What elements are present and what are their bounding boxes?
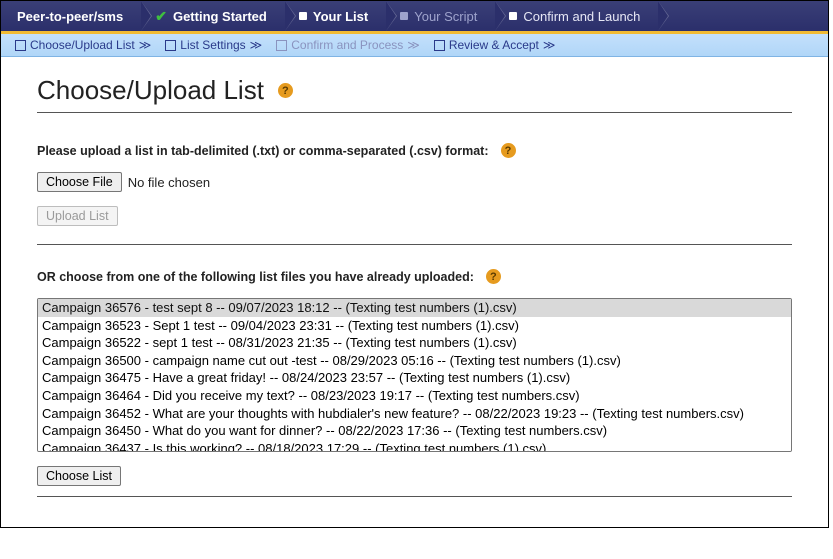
square-icon [165, 40, 176, 51]
existing-instruction: OR choose from one of the following list… [37, 270, 474, 284]
subnav-choose-upload[interactable]: Choose/Upload List ≫ [11, 38, 153, 52]
nav-brand-label: Peer-to-peer/sms [17, 9, 123, 24]
chevron-right-icon: ≫ [543, 38, 554, 52]
uploaded-lists-select[interactable]: Campaign 36576 - test sept 8 -- 09/07/20… [37, 298, 792, 452]
square-icon [509, 12, 517, 20]
nav-brand[interactable]: Peer-to-peer/sms [1, 1, 141, 31]
help-icon[interactable]: ? [486, 269, 501, 284]
subnav-review-accept[interactable]: Review & Accept ≫ [430, 38, 558, 52]
main-content: Choose/Upload List ? Please upload a lis… [1, 57, 828, 527]
upload-instruction-row: Please upload a list in tab-delimited (.… [37, 143, 792, 158]
subnav-confirm-process[interactable]: Confirm and Process ≫ [272, 38, 422, 52]
nav-step-your-list[interactable]: Your List [285, 1, 386, 31]
square-icon [276, 40, 287, 51]
subnav-label: Choose/Upload List [30, 38, 135, 52]
subnav-list-settings[interactable]: List Settings ≫ [161, 38, 264, 52]
help-icon[interactable]: ? [501, 143, 516, 158]
sub-nav: Choose/Upload List ≫ List Settings ≫ Con… [1, 34, 828, 57]
choose-file-button[interactable]: Choose File [37, 172, 122, 192]
subnav-label: List Settings [180, 38, 245, 52]
square-icon [299, 12, 307, 20]
page-title-row: Choose/Upload List ? [37, 75, 792, 106]
list-option[interactable]: Campaign 36437 - Is this working? -- 08/… [38, 440, 791, 452]
square-icon [15, 40, 26, 51]
file-status: No file chosen [128, 175, 210, 190]
help-icon[interactable]: ? [278, 83, 293, 98]
list-option[interactable]: Campaign 36576 - test sept 8 -- 09/07/20… [38, 299, 791, 317]
upload-instruction: Please upload a list in tab-delimited (.… [37, 144, 489, 158]
square-icon [434, 40, 445, 51]
nav-step-label: Your List [313, 9, 368, 24]
chevron-right-icon: ≫ [139, 38, 150, 52]
nav-step-label: Getting Started [173, 9, 267, 24]
nav-step-your-script[interactable]: Your Script [386, 1, 495, 31]
list-option[interactable]: Campaign 36500 - campaign name cut out -… [38, 352, 791, 370]
list-option[interactable]: Campaign 36475 - Have a great friday! --… [38, 369, 791, 387]
divider [37, 112, 792, 113]
page-title: Choose/Upload List [37, 75, 264, 106]
upload-list-button[interactable]: Upload List [37, 206, 118, 226]
top-nav: Peer-to-peer/sms ✔ Getting Started Your … [1, 1, 828, 34]
subnav-label: Confirm and Process [291, 38, 403, 52]
list-option[interactable]: Campaign 36522 - sept 1 test -- 08/31/20… [38, 334, 791, 352]
divider [37, 244, 792, 245]
choose-list-button[interactable]: Choose List [37, 466, 121, 486]
check-icon: ✔ [155, 8, 167, 25]
square-icon [400, 12, 408, 20]
list-option[interactable]: Campaign 36464 - Did you receive my text… [38, 387, 791, 405]
subnav-label: Review & Accept [449, 38, 539, 52]
list-option[interactable]: Campaign 36452 - What are your thoughts … [38, 405, 791, 423]
nav-step-label: Confirm and Launch [523, 9, 640, 24]
list-option[interactable]: Campaign 36450 - What do you want for di… [38, 422, 791, 440]
chevron-right-icon: ≫ [407, 38, 418, 52]
nav-step-label: Your Script [414, 9, 477, 24]
file-input-row: Choose File No file chosen [37, 172, 792, 192]
list-option[interactable]: Campaign 36523 - Sept 1 test -- 09/04/20… [38, 317, 791, 335]
nav-step-getting-started[interactable]: ✔ Getting Started [141, 1, 285, 31]
divider [37, 496, 792, 497]
nav-step-confirm-launch[interactable]: Confirm and Launch [495, 1, 658, 31]
chevron-right-icon: ≫ [250, 38, 261, 52]
existing-instruction-row: OR choose from one of the following list… [37, 269, 792, 284]
